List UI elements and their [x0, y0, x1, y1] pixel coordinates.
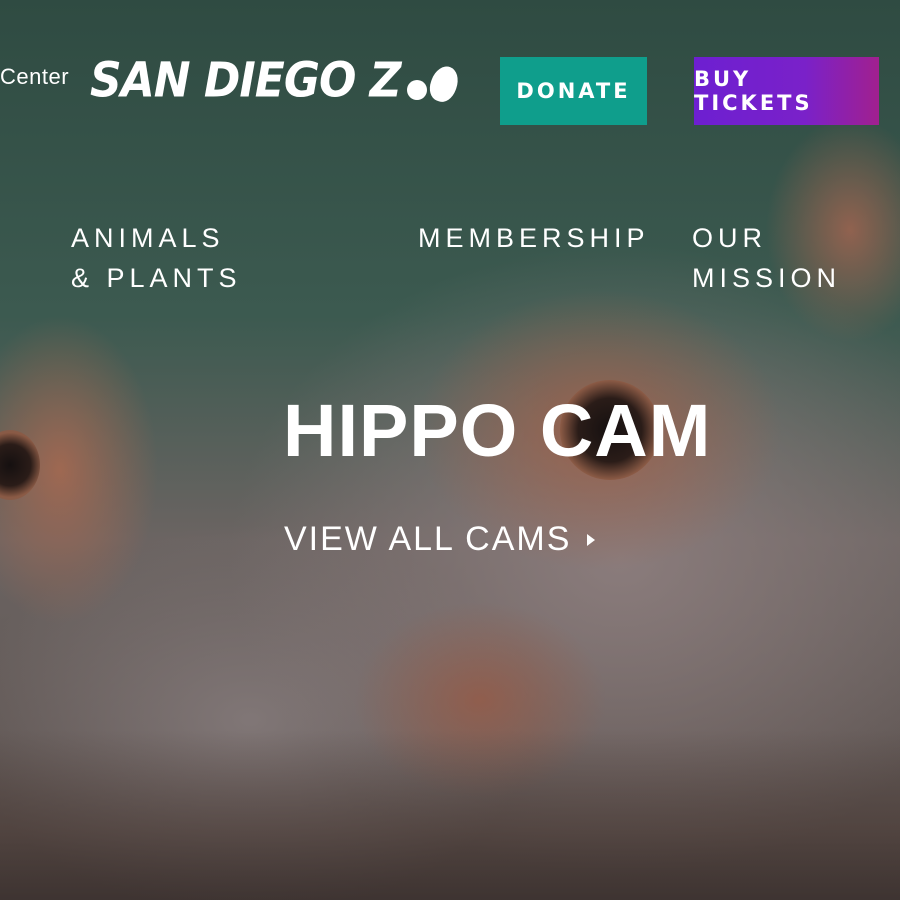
triangle-right-icon [587, 533, 596, 546]
san-diego-zoo-logo[interactable]: SAN DIEGO Z [90, 44, 462, 116]
header-left-link[interactable]: Center [0, 64, 69, 90]
logo-dot-large [425, 62, 462, 106]
nav-our-mission[interactable]: OUR MISSION [692, 218, 836, 298]
donate-button[interactable]: DONATE [500, 57, 647, 125]
buy-tickets-button[interactable]: BUY TICKETS [694, 57, 879, 125]
view-all-cams-label: VIEW ALL CAMS [284, 520, 572, 558]
nav-membership[interactable]: MEMBERSHIP [418, 218, 650, 258]
page: Center SAN DIEGO Z DONATE BUY TICKETS AN… [0, 0, 900, 900]
nav-animals-and-plants[interactable]: ANIMALS & PLANTS [71, 218, 251, 298]
view-all-cams-link[interactable]: VIEW ALL CAMS [284, 520, 596, 559]
logo-dots-icon [406, 50, 462, 110]
logo-text: SAN DIEGO Z [90, 51, 402, 109]
logo-dot-small [406, 80, 427, 100]
water-reflection [0, 730, 900, 900]
hero-title: HIPPO CAM [283, 389, 712, 472]
